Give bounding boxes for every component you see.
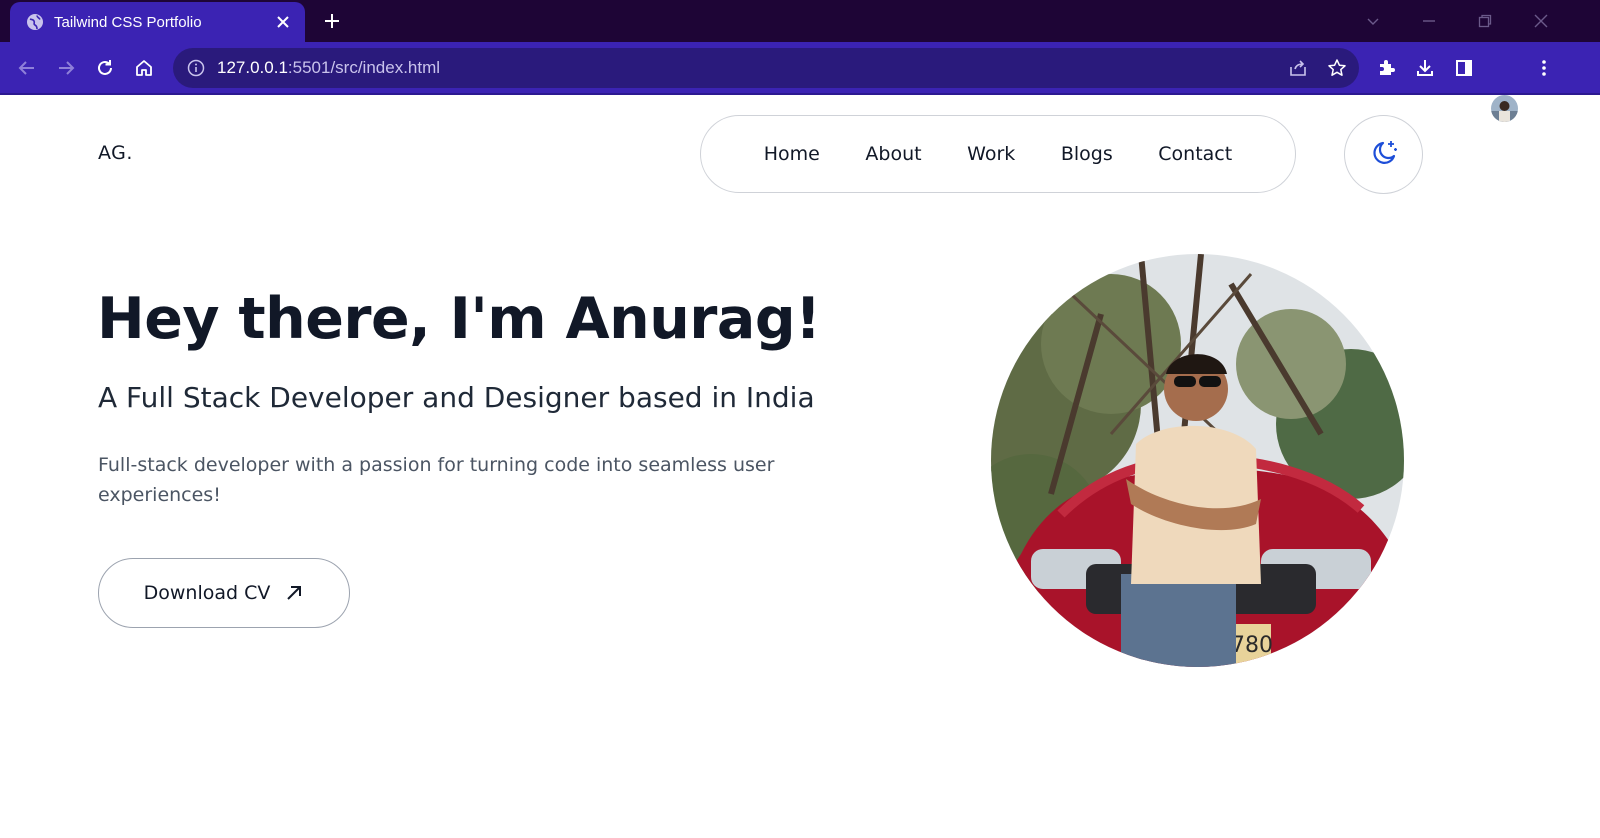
share-icon[interactable] bbox=[1284, 54, 1312, 82]
url-path: :5501/src/index.html bbox=[287, 58, 441, 77]
main-nav: Home About Work Blogs Contact bbox=[700, 115, 1296, 193]
chevron-down-icon[interactable] bbox=[1360, 8, 1386, 34]
plus-icon[interactable] bbox=[320, 9, 344, 33]
arrow-left-icon[interactable] bbox=[13, 54, 41, 82]
license-plate-text: 780 bbox=[1231, 633, 1273, 658]
avatar[interactable] bbox=[1491, 95, 1518, 122]
download-cv-label: Download CV bbox=[143, 582, 271, 604]
site-logo[interactable]: AG. bbox=[98, 142, 133, 164]
side-panel-icon[interactable] bbox=[1450, 54, 1478, 82]
toolbar-divider bbox=[0, 93, 1600, 95]
arrow-up-right-icon bbox=[284, 583, 304, 603]
nav-link-blogs[interactable]: Blogs bbox=[1061, 143, 1113, 165]
arrow-right-icon[interactable] bbox=[52, 54, 80, 82]
browser-tab[interactable]: Tailwind CSS Portfolio bbox=[10, 2, 305, 42]
url-host: 127.0.0.1 bbox=[217, 58, 288, 77]
info-icon[interactable] bbox=[187, 59, 205, 77]
nav-link-work[interactable]: Work bbox=[967, 143, 1015, 165]
window-close-icon[interactable] bbox=[1528, 8, 1554, 34]
tab-strip: Tailwind CSS Portfolio bbox=[0, 0, 1600, 42]
profile-photo: 780 bbox=[991, 254, 1404, 667]
hero-subtitle: A Full Stack Developer and Designer base… bbox=[98, 381, 815, 414]
moon-stars-icon bbox=[1369, 138, 1399, 172]
hero-title: Hey there, I'm Anurag! bbox=[97, 286, 821, 352]
url-text: 127.0.0.1:5501/src/index.html bbox=[217, 58, 440, 78]
globe-icon bbox=[26, 13, 44, 31]
download-icon[interactable] bbox=[1411, 54, 1439, 82]
theme-toggle-button[interactable] bbox=[1344, 115, 1423, 194]
browser-toolbar: 127.0.0.1:5501/src/index.html bbox=[0, 42, 1600, 122]
star-icon[interactable] bbox=[1323, 54, 1351, 82]
minimize-icon[interactable] bbox=[1416, 8, 1442, 34]
kebab-menu-icon[interactable] bbox=[1530, 54, 1558, 82]
close-icon[interactable] bbox=[273, 12, 293, 32]
nav-link-home[interactable]: Home bbox=[764, 143, 820, 165]
restore-icon[interactable] bbox=[1472, 8, 1498, 34]
nav-link-contact[interactable]: Contact bbox=[1158, 143, 1232, 165]
reload-icon[interactable] bbox=[91, 54, 119, 82]
address-bar[interactable]: 127.0.0.1:5501/src/index.html bbox=[173, 48, 1359, 88]
hero-description: Full-stack developer with a passion for … bbox=[98, 454, 775, 506]
nav-link-about[interactable]: About bbox=[865, 143, 921, 165]
puzzle-icon[interactable] bbox=[1372, 54, 1400, 82]
tab-title: Tailwind CSS Portfolio bbox=[54, 13, 202, 31]
download-cv-button[interactable]: Download CV bbox=[98, 558, 350, 628]
home-icon[interactable] bbox=[130, 54, 158, 82]
